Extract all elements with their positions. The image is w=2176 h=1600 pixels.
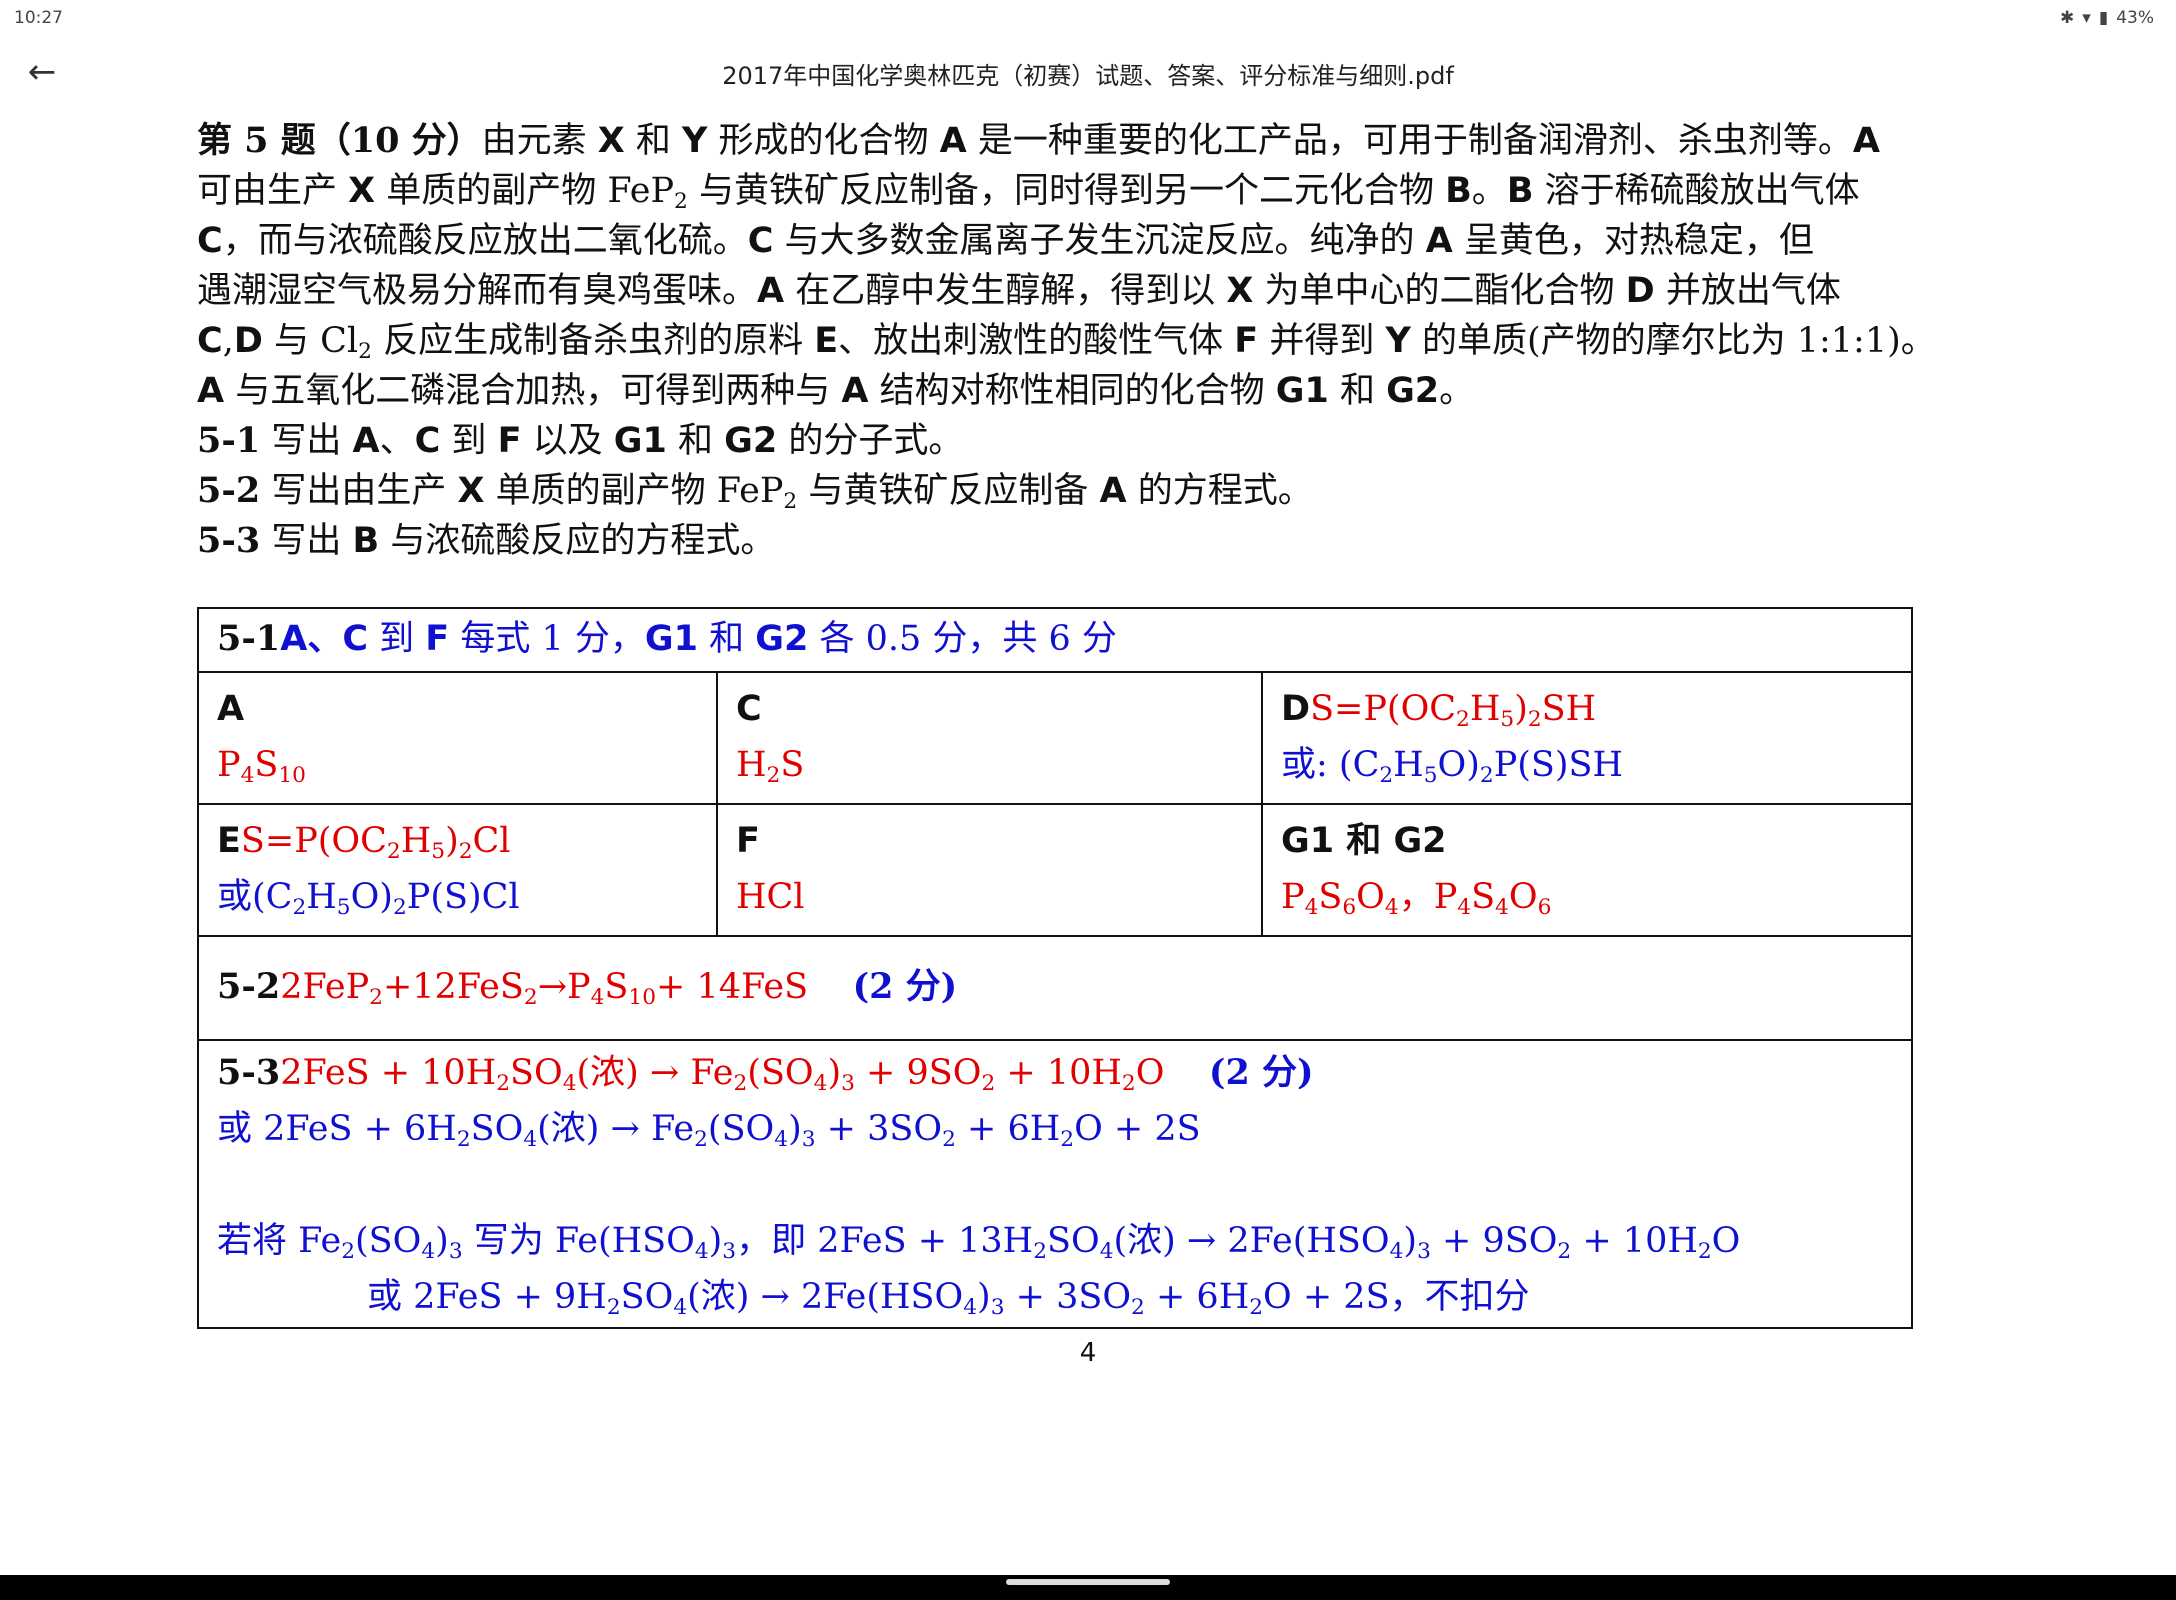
page-number: 4	[1079, 1338, 1097, 1368]
battery-percent: 43%	[2116, 8, 2154, 28]
battery-icon: ▮	[2098, 8, 2109, 28]
question-5-3: 5-3 写出 B 与浓硫酸反应的方程式。	[197, 520, 776, 561]
problem-line: 第 5 题（10 分）由元素 X 和 Y 形成的化合物 A 是一种重要的化工产品…	[197, 120, 1880, 161]
question-5-2: 5-2 写出由生产 X 单质的副产物 FeP2 与黄铁矿反应制备 A 的方程式。	[197, 470, 1313, 515]
app-bar: ← 2017年中国化学奥林匹克（初赛）试题、答案、评分标准与细则.pdf	[0, 40, 2176, 104]
cell-G: G1 和 G2 P4S6O4，P4S4O6	[1261, 803, 1913, 937]
answer-5-2: 5-22FeP2+12FeS2→P4S10+ 14FeS (2 分)	[197, 935, 1913, 1041]
question-5-1: 5-1 写出 A、C 到 F 以及 G1 和 G2 的分子式。	[197, 420, 964, 461]
answer-5-3: 5-32FeS + 10H2SO4(浓) → Fe2(SO4)3 + 9SO2 …	[197, 1039, 1913, 1329]
cell-D: DS=P(OC2H5)2SH 或: (C2H5O)2P(S)SH	[1261, 671, 1913, 805]
answer-header-row: 5-1A、C 到 F 每式 1 分，G1 和 G2 各 0.5 分，共 6 分	[197, 607, 1913, 673]
problem-line: C,D 与 Cl2 反应生成制备杀虫剂的原料 E、放出刺激性的酸性气体 F 并得…	[197, 321, 1936, 365]
table-row: A P4S10 C H2S DS=P(OC2H5)2SH 或: (C2H5O)2P(S…	[197, 671, 1913, 805]
status-icons: ✱ ▾ ▮ 43%	[2060, 8, 2154, 28]
table-row: ES=P(OC2H5)2Cl 或(C2H5O)2P(S)Cl F HCl G1 和 …	[197, 803, 1913, 937]
table-row: 5-32FeS + 10H2SO4(浓) → Fe2(SO4)3 + 9SO2 …	[197, 1039, 1913, 1329]
document-title: 2017年中国化学奥林匹克（初赛）试题、答案、评分标准与细则.pdf	[722, 62, 1454, 90]
status-bar: 10:27 ✱ ▾ ▮ 43%	[0, 0, 2176, 40]
problem-line: 遇潮湿空气极易分解而有臭鸡蛋味。A 在乙醇中发生醇解，得到以 X 为单中心的二酯…	[197, 271, 1841, 311]
answer-5-1-header: 5-1A、C 到 F 每式 1 分，G1 和 G2 各 0.5 分，共 6 分	[197, 607, 1913, 673]
cell-F: F HCl	[716, 803, 1263, 937]
problem-line: C，而与浓硫酸反应放出二氧化硫。C 与大多数金属离子发生沉淀反应。纯净的 A 呈…	[197, 221, 1814, 261]
problem-line: 可由生产 X 单质的副产物 FeP2 与黄铁矿反应制备，同时得到另一个二元化合物…	[197, 171, 1860, 215]
problem-text: 第 5 题（10 分）由元素 X 和 Y 形成的化合物 A 是一种重要的化工产品…	[197, 116, 1987, 566]
cell-E: ES=P(OC2H5)2Cl 或(C2H5O)2P(S)Cl	[197, 803, 718, 937]
table-row: 5-22FeP2+12FeS2→P4S10+ 14FeS (2 分)	[197, 935, 1913, 1041]
answer-table: 5-1A、C 到 F 每式 1 分，G1 和 G2 各 0.5 分，共 6 分 …	[197, 607, 1913, 1329]
problem-line: A 与五氧化二磷混合加热，可得到两种与 A 结构对称性相同的化合物 G1 和 G…	[197, 371, 1475, 411]
status-time: 10:27	[14, 8, 63, 28]
wifi-icon: ▾	[2082, 8, 2091, 28]
cell-A: A P4S10	[197, 671, 718, 805]
bluetooth-icon: ✱	[2060, 8, 2075, 28]
home-gesture-handle[interactable]	[1006, 1579, 1170, 1585]
cell-C: C H2S	[716, 671, 1263, 805]
